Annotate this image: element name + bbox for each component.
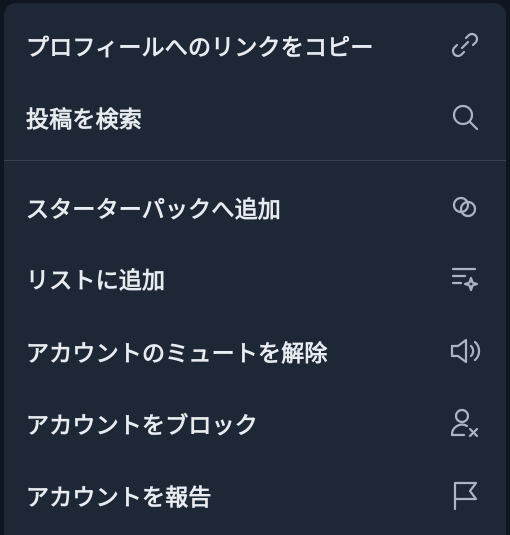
speaker-icon (446, 332, 484, 370)
menu-item-block-account[interactable]: アカウントをブロック (4, 392, 506, 454)
context-menu: プロフィールへのリンクをコピー 投稿を検索 スターターパックへ追加 リストに追加… (4, 3, 506, 535)
menu-item-report-account[interactable]: アカウントを報告 (4, 464, 506, 526)
menu-item-label: プロフィールへのリンクをコピー (26, 35, 374, 61)
starter-pack-icon (446, 188, 484, 226)
menu-item-add-to-starter-pack[interactable]: スターターパックへ追加 (4, 176, 506, 238)
menu-item-unmute-account[interactable]: アカウントのミュートを解除 (4, 320, 506, 382)
flag-icon (446, 476, 484, 514)
user-block-icon (446, 404, 484, 442)
menu-item-label: アカウントのミュートを解除 (26, 341, 328, 367)
menu-item-add-to-list[interactable]: リストに追加 (4, 247, 506, 309)
menu-item-label: スターターパックへ追加 (26, 197, 281, 223)
link-icon (446, 26, 484, 64)
menu-divider (4, 160, 506, 161)
menu-item-search-posts[interactable]: 投稿を検索 (4, 86, 506, 148)
menu-item-label: アカウントをブロック (26, 413, 258, 439)
menu-item-label: 投稿を検索 (26, 107, 142, 133)
menu-item-copy-profile-link[interactable]: プロフィールへのリンクをコピー (4, 14, 506, 76)
search-icon (446, 98, 484, 136)
menu-item-label: アカウントを報告 (26, 485, 212, 511)
menu-item-label: リストに追加 (26, 268, 166, 294)
list-add-icon (446, 259, 484, 297)
